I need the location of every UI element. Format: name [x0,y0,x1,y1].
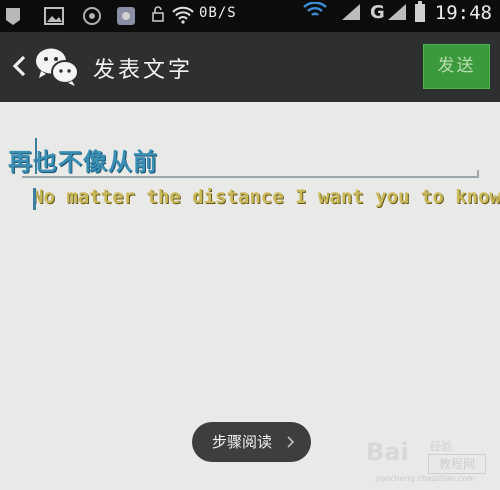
watermark-site: 教程网 [428,454,486,474]
image-icon [44,7,64,25]
lock-icon [152,6,164,22]
text-line: No matter the distance I want you to kno… [32,186,500,208]
step-reading-label: 步骤阅读 [212,433,273,451]
network-speed: 0B/S [199,5,237,21]
app-icon [6,8,20,25]
back-chevron-icon[interactable] [10,54,28,78]
status-bar: 0B/S G 19:48 [0,0,500,32]
watermark-url: jiaocheng.chazidian.com [376,474,476,483]
signal-icon [342,4,360,20]
input-underline [22,176,479,178]
clock: 19:48 [434,2,492,24]
input-underline-end [477,170,479,178]
app-icon [117,7,135,25]
text-cursor [35,138,37,174]
page-title: 发表文字 [93,58,194,83]
title-bar: 发表文字 发送 [0,32,500,102]
text-cursor [33,188,36,210]
app-icon [83,7,101,25]
chevron-right-icon [287,436,295,448]
network-type-label: G [370,2,385,23]
wifi-icon [303,2,327,16]
watermark-tag: 经验 [430,440,452,453]
wifi-icon [172,6,194,24]
text-line: 再也不像从前 [8,147,158,176]
watermark-logo: Bai [366,438,409,466]
step-reading-button[interactable]: 步骤阅读 [192,422,311,462]
signal-icon [388,4,406,20]
watermark: Bai 经验 教程网 jiaocheng.chazidian.com [366,432,496,488]
send-button[interactable]: 发送 [423,44,490,89]
wechat-logo-icon [36,48,79,86]
battery-icon [415,1,425,22]
